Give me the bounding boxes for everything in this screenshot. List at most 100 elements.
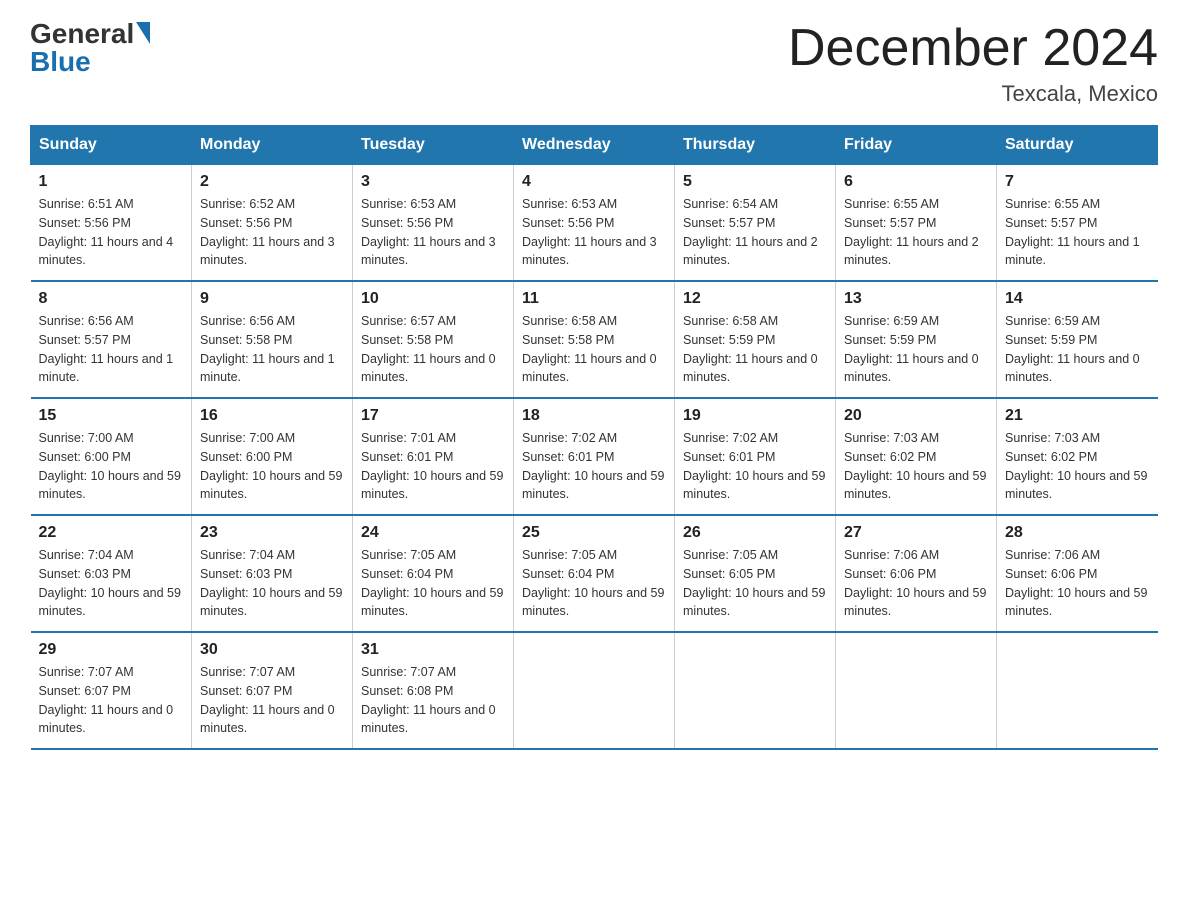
- calendar-week-row: 1 Sunrise: 6:51 AMSunset: 5:56 PMDayligh…: [31, 165, 1158, 282]
- day-info: Sunrise: 6:59 AMSunset: 5:59 PMDaylight:…: [1005, 314, 1140, 384]
- day-number: 19: [683, 407, 827, 425]
- day-info: Sunrise: 7:02 AMSunset: 6:01 PMDaylight:…: [522, 431, 664, 501]
- day-info: Sunrise: 7:06 AMSunset: 6:06 PMDaylight:…: [1005, 548, 1147, 618]
- header-sunday: Sunday: [31, 126, 192, 165]
- day-info: Sunrise: 6:55 AMSunset: 5:57 PMDaylight:…: [1005, 197, 1140, 267]
- calendar-cell: 5 Sunrise: 6:54 AMSunset: 5:57 PMDayligh…: [675, 165, 836, 282]
- calendar-week-row: 8 Sunrise: 6:56 AMSunset: 5:57 PMDayligh…: [31, 281, 1158, 398]
- calendar-cell: 18 Sunrise: 7:02 AMSunset: 6:01 PMDaylig…: [514, 398, 675, 515]
- day-number: 17: [361, 407, 505, 425]
- location-text: Texcala, Mexico: [788, 81, 1158, 107]
- day-number: 25: [522, 524, 666, 542]
- day-number: 24: [361, 524, 505, 542]
- calendar-week-row: 22 Sunrise: 7:04 AMSunset: 6:03 PMDaylig…: [31, 515, 1158, 632]
- day-number: 26: [683, 524, 827, 542]
- day-info: Sunrise: 7:05 AMSunset: 6:05 PMDaylight:…: [683, 548, 825, 618]
- day-number: 13: [844, 290, 988, 308]
- day-number: 8: [39, 290, 184, 308]
- day-info: Sunrise: 6:58 AMSunset: 5:59 PMDaylight:…: [683, 314, 818, 384]
- calendar-cell: 21 Sunrise: 7:03 AMSunset: 6:02 PMDaylig…: [997, 398, 1158, 515]
- calendar-cell: 22 Sunrise: 7:04 AMSunset: 6:03 PMDaylig…: [31, 515, 192, 632]
- day-number: 31: [361, 641, 505, 659]
- day-info: Sunrise: 7:05 AMSunset: 6:04 PMDaylight:…: [361, 548, 503, 618]
- calendar-cell: 25 Sunrise: 7:05 AMSunset: 6:04 PMDaylig…: [514, 515, 675, 632]
- calendar-cell: 3 Sunrise: 6:53 AMSunset: 5:56 PMDayligh…: [353, 165, 514, 282]
- calendar-cell: 9 Sunrise: 6:56 AMSunset: 5:58 PMDayligh…: [192, 281, 353, 398]
- day-info: Sunrise: 7:05 AMSunset: 6:04 PMDaylight:…: [522, 548, 664, 618]
- header-thursday: Thursday: [675, 126, 836, 165]
- day-info: Sunrise: 7:00 AMSunset: 6:00 PMDaylight:…: [200, 431, 342, 501]
- calendar-cell: 13 Sunrise: 6:59 AMSunset: 5:59 PMDaylig…: [836, 281, 997, 398]
- calendar-cell: [997, 632, 1158, 749]
- calendar-week-row: 15 Sunrise: 7:00 AMSunset: 6:00 PMDaylig…: [31, 398, 1158, 515]
- logo-triangle-icon: [136, 22, 150, 44]
- calendar-cell: 31 Sunrise: 7:07 AMSunset: 6:08 PMDaylig…: [353, 632, 514, 749]
- day-number: 2: [200, 173, 344, 191]
- day-info: Sunrise: 7:03 AMSunset: 6:02 PMDaylight:…: [1005, 431, 1147, 501]
- calendar-cell: [675, 632, 836, 749]
- day-number: 4: [522, 173, 666, 191]
- day-number: 6: [844, 173, 988, 191]
- day-info: Sunrise: 7:07 AMSunset: 6:07 PMDaylight:…: [39, 665, 174, 735]
- month-title: December 2024: [788, 20, 1158, 77]
- day-number: 21: [1005, 407, 1150, 425]
- day-info: Sunrise: 7:03 AMSunset: 6:02 PMDaylight:…: [844, 431, 986, 501]
- day-info: Sunrise: 6:56 AMSunset: 5:58 PMDaylight:…: [200, 314, 335, 384]
- day-info: Sunrise: 7:00 AMSunset: 6:00 PMDaylight:…: [39, 431, 181, 501]
- calendar-week-row: 29 Sunrise: 7:07 AMSunset: 6:07 PMDaylig…: [31, 632, 1158, 749]
- title-block: December 2024 Texcala, Mexico: [788, 20, 1158, 107]
- day-number: 29: [39, 641, 184, 659]
- day-number: 14: [1005, 290, 1150, 308]
- calendar-table: SundayMondayTuesdayWednesdayThursdayFrid…: [30, 125, 1158, 750]
- day-info: Sunrise: 6:56 AMSunset: 5:57 PMDaylight:…: [39, 314, 174, 384]
- logo: General Blue: [30, 20, 150, 76]
- day-info: Sunrise: 6:57 AMSunset: 5:58 PMDaylight:…: [361, 314, 496, 384]
- logo-general-text: General: [30, 20, 134, 48]
- calendar-cell: 26 Sunrise: 7:05 AMSunset: 6:05 PMDaylig…: [675, 515, 836, 632]
- day-number: 11: [522, 290, 666, 308]
- page-header: General Blue December 2024 Texcala, Mexi…: [30, 20, 1158, 107]
- day-info: Sunrise: 6:58 AMSunset: 5:58 PMDaylight:…: [522, 314, 657, 384]
- day-info: Sunrise: 6:53 AMSunset: 5:56 PMDaylight:…: [522, 197, 657, 267]
- calendar-cell: 14 Sunrise: 6:59 AMSunset: 5:59 PMDaylig…: [997, 281, 1158, 398]
- logo-blue-text: Blue: [30, 48, 91, 76]
- calendar-cell: 10 Sunrise: 6:57 AMSunset: 5:58 PMDaylig…: [353, 281, 514, 398]
- day-info: Sunrise: 6:54 AMSunset: 5:57 PMDaylight:…: [683, 197, 818, 267]
- day-info: Sunrise: 6:59 AMSunset: 5:59 PMDaylight:…: [844, 314, 979, 384]
- calendar-cell: [514, 632, 675, 749]
- day-number: 12: [683, 290, 827, 308]
- day-number: 16: [200, 407, 344, 425]
- day-number: 7: [1005, 173, 1150, 191]
- day-number: 15: [39, 407, 184, 425]
- day-number: 3: [361, 173, 505, 191]
- calendar-cell: 4 Sunrise: 6:53 AMSunset: 5:56 PMDayligh…: [514, 165, 675, 282]
- day-info: Sunrise: 6:55 AMSunset: 5:57 PMDaylight:…: [844, 197, 979, 267]
- calendar-cell: 23 Sunrise: 7:04 AMSunset: 6:03 PMDaylig…: [192, 515, 353, 632]
- header-tuesday: Tuesday: [353, 126, 514, 165]
- calendar-cell: 16 Sunrise: 7:00 AMSunset: 6:00 PMDaylig…: [192, 398, 353, 515]
- calendar-cell: 29 Sunrise: 7:07 AMSunset: 6:07 PMDaylig…: [31, 632, 192, 749]
- calendar-cell: 11 Sunrise: 6:58 AMSunset: 5:58 PMDaylig…: [514, 281, 675, 398]
- calendar-cell: 8 Sunrise: 6:56 AMSunset: 5:57 PMDayligh…: [31, 281, 192, 398]
- day-info: Sunrise: 6:53 AMSunset: 5:56 PMDaylight:…: [361, 197, 496, 267]
- calendar-cell: 17 Sunrise: 7:01 AMSunset: 6:01 PMDaylig…: [353, 398, 514, 515]
- day-number: 28: [1005, 524, 1150, 542]
- day-info: Sunrise: 7:07 AMSunset: 6:07 PMDaylight:…: [200, 665, 335, 735]
- calendar-cell: 6 Sunrise: 6:55 AMSunset: 5:57 PMDayligh…: [836, 165, 997, 282]
- calendar-cell: 1 Sunrise: 6:51 AMSunset: 5:56 PMDayligh…: [31, 165, 192, 282]
- header-saturday: Saturday: [997, 126, 1158, 165]
- header-wednesday: Wednesday: [514, 126, 675, 165]
- day-number: 20: [844, 407, 988, 425]
- day-info: Sunrise: 7:06 AMSunset: 6:06 PMDaylight:…: [844, 548, 986, 618]
- day-number: 5: [683, 173, 827, 191]
- calendar-cell: 20 Sunrise: 7:03 AMSunset: 6:02 PMDaylig…: [836, 398, 997, 515]
- calendar-cell: 2 Sunrise: 6:52 AMSunset: 5:56 PMDayligh…: [192, 165, 353, 282]
- calendar-cell: 24 Sunrise: 7:05 AMSunset: 6:04 PMDaylig…: [353, 515, 514, 632]
- day-number: 9: [200, 290, 344, 308]
- calendar-cell: 27 Sunrise: 7:06 AMSunset: 6:06 PMDaylig…: [836, 515, 997, 632]
- day-number: 30: [200, 641, 344, 659]
- calendar-cell: [836, 632, 997, 749]
- day-info: Sunrise: 6:52 AMSunset: 5:56 PMDaylight:…: [200, 197, 335, 267]
- day-info: Sunrise: 7:04 AMSunset: 6:03 PMDaylight:…: [200, 548, 342, 618]
- calendar-cell: 28 Sunrise: 7:06 AMSunset: 6:06 PMDaylig…: [997, 515, 1158, 632]
